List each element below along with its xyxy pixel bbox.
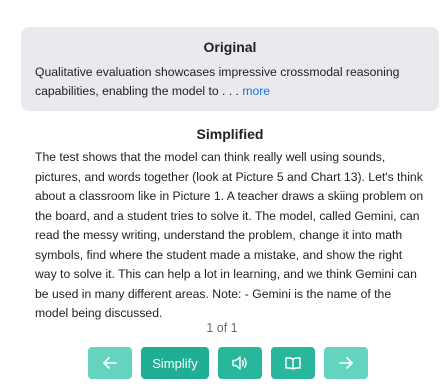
simplified-section: Simplified The test shows that the model… (21, 125, 439, 324)
more-link[interactable]: more (242, 84, 270, 98)
simplified-title: Simplified (196, 126, 264, 142)
arrow-right-icon (338, 355, 354, 371)
original-text: Qualitative evaluation showcases impress… (35, 63, 425, 101)
original-card: Original Qualitative evaluation showcase… (21, 27, 439, 111)
read-aloud-button[interactable] (218, 347, 262, 379)
reader-button[interactable] (271, 347, 315, 379)
original-title: Original (203, 39, 257, 55)
next-button[interactable] (324, 347, 368, 379)
speaker-icon (231, 355, 249, 371)
toolbar: Simplify (88, 347, 368, 379)
book-icon (284, 355, 302, 371)
arrow-left-icon (102, 355, 118, 371)
original-body: Qualitative evaluation showcases impress… (35, 65, 400, 98)
previous-button[interactable] (88, 347, 132, 379)
simplified-text: The test shows that the model can think … (35, 150, 424, 320)
simplify-button[interactable]: Simplify (141, 347, 209, 379)
page-counter: 1 of 1 (206, 321, 238, 335)
